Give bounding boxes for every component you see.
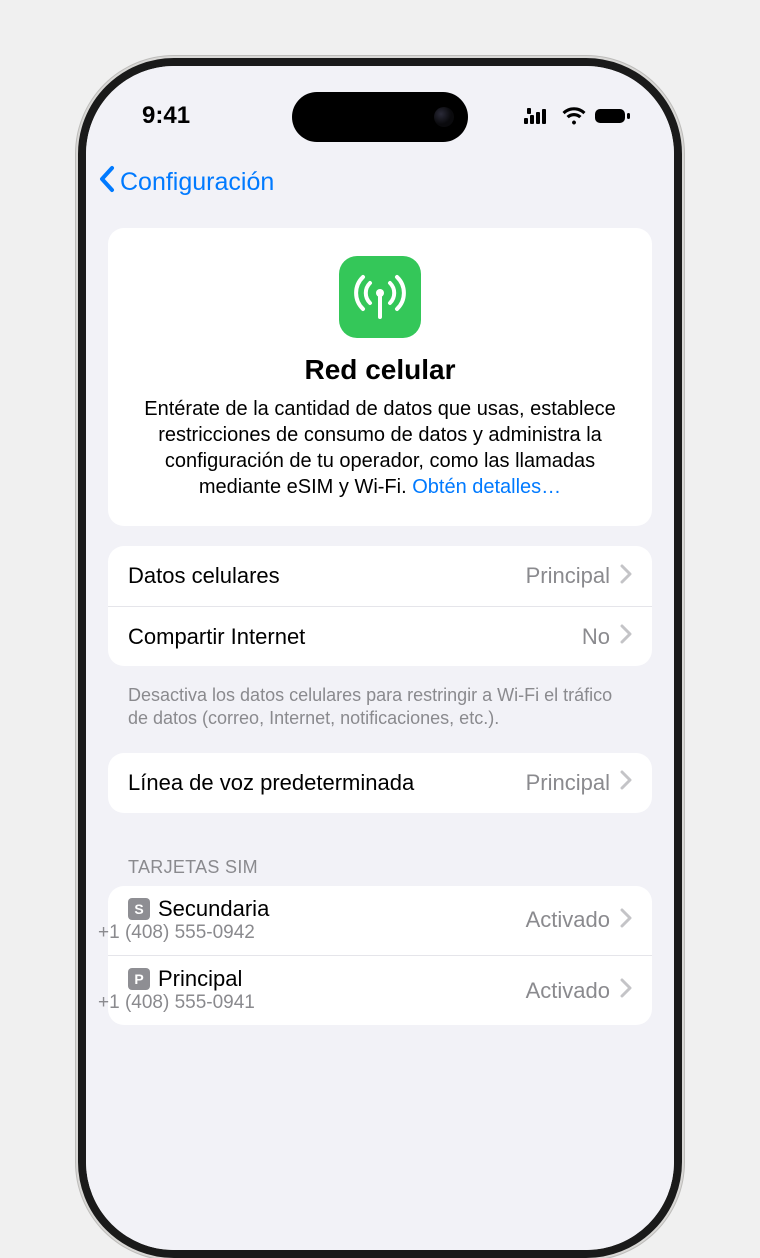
chevron-right-icon [620,624,632,649]
wifi-icon [562,107,586,125]
row-label: Datos celulares [128,563,526,589]
chevron-right-icon [620,978,632,1003]
row-value: Principal [526,770,610,796]
nav-bar: Configuración [86,154,674,210]
sim-name-text: Principal [158,966,242,992]
sim-name: P Principal [128,966,526,992]
data-settings-group: Datos celulares Principal Compartir Inte… [108,546,652,666]
status-icons [524,107,630,125]
row-value: No [582,624,610,650]
chevron-left-icon [98,165,116,200]
sims-section-header: TARJETAS SIM [108,833,652,886]
default-voice-line-row[interactable]: Línea de voz predeterminada Principal [108,753,652,813]
chevron-right-icon [620,564,632,589]
cellular-icon [339,256,421,338]
battery-icon [594,107,630,125]
row-value: Principal [526,563,610,589]
sim-badge: S [128,898,150,920]
row-label: Compartir Internet [128,624,582,650]
sim-status: Activado [526,978,610,1004]
back-label: Configuración [120,168,274,197]
screen: 9:41 [86,66,674,1250]
sim-number: +1 (408) 555-0941 [98,992,526,1015]
data-footer-note: Desactiva los datos celulares para restr… [108,674,652,753]
row-label: Línea de voz predeterminada [128,770,526,796]
sim-number: +1 (408) 555-0942 [98,922,526,945]
cellular-data-row[interactable]: Datos celulares Principal [108,546,652,606]
sim-status: Activado [526,907,610,933]
dynamic-island [292,92,468,142]
hero-description: Entérate de la cantidad de datos que usa… [132,396,628,500]
learn-more-link[interactable]: Obtén detalles… [412,476,561,498]
back-button[interactable]: Configuración [98,165,274,200]
phone-frame: 9:41 [78,58,682,1258]
chevron-right-icon [620,908,632,933]
sim-badge: P [128,968,150,990]
sim-row-primary[interactable]: P Principal +1 (408) 555-0941 Activado [108,955,652,1025]
sim-name-text: Secundaria [158,896,269,922]
sim-name: S Secundaria [128,896,526,922]
personal-hotspot-row[interactable]: Compartir Internet No [108,606,652,666]
hero-card: Red celular Entérate de la cantidad de d… [108,228,652,526]
status-time: 9:41 [142,102,190,130]
sim-row-secondary[interactable]: S Secundaria +1 (408) 555-0942 Activado [108,886,652,955]
chevron-right-icon [620,770,632,795]
hero-title: Red celular [132,354,628,386]
cellular-signal-icon [524,108,554,124]
sims-group: S Secundaria +1 (408) 555-0942 Activado … [108,886,652,1025]
content: Red celular Entérate de la cantidad de d… [86,210,674,1250]
voice-line-group: Línea de voz predeterminada Principal [108,753,652,813]
